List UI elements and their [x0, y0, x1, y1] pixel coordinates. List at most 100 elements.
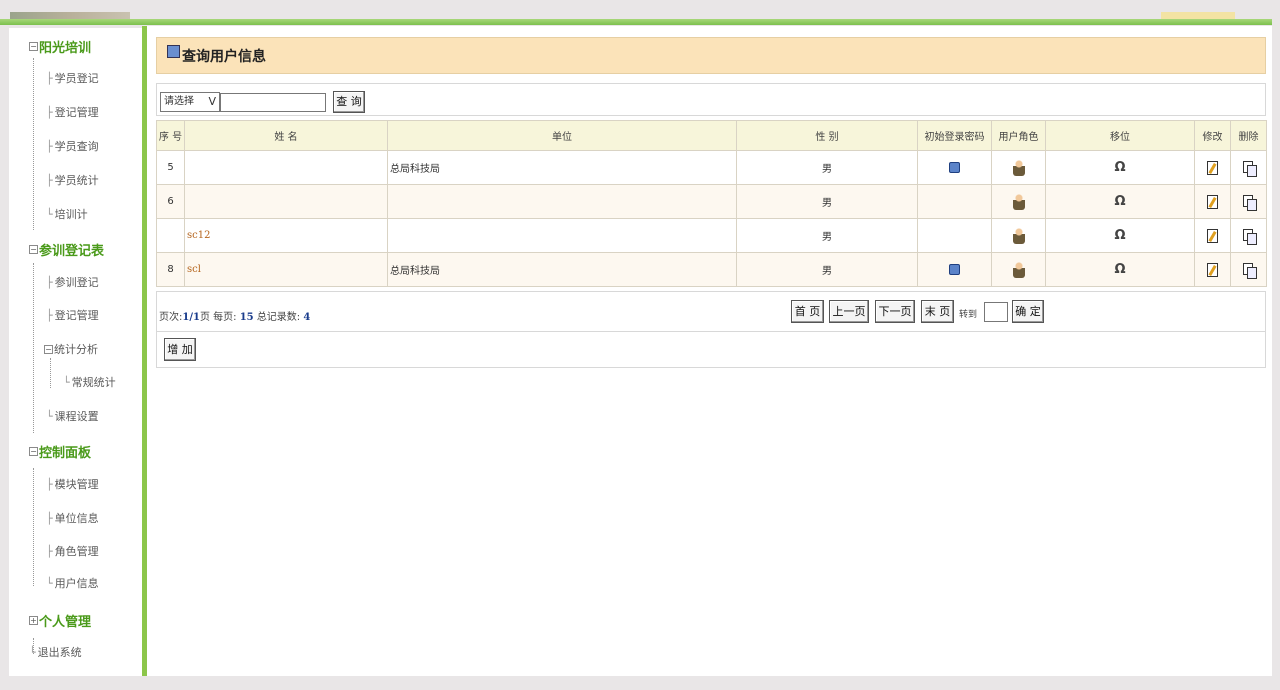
- edit-icon[interactable]: [1207, 228, 1218, 243]
- nav-item-student-register[interactable]: ├ 学员登记: [46, 70, 99, 86]
- first-page-button[interactable]: 首 页: [791, 300, 824, 323]
- user-name-link[interactable]: sc12: [187, 230, 210, 241]
- goto-confirm-button[interactable]: 确 定: [1012, 300, 1044, 323]
- edit-icon[interactable]: [1207, 160, 1218, 175]
- nav-item-training-register[interactable]: ├ 参训登记: [46, 274, 99, 290]
- cell-unit: [387, 218, 737, 253]
- move-icon[interactable]: Ω: [1114, 160, 1127, 175]
- password-icon[interactable]: [949, 161, 960, 173]
- nav-item-register-manage-2[interactable]: ├ 登记管理: [46, 307, 99, 323]
- delete-icon[interactable]: [1242, 194, 1257, 211]
- nav-item-course-settings[interactable]: └ 课程设置: [46, 408, 99, 424]
- cell-move: Ω: [1045, 150, 1195, 185]
- tree-branch-icon: └: [29, 645, 36, 659]
- pagination-info: 页次:1/1页 每页: 15 总记录数: 4: [159, 308, 310, 323]
- user-name-link[interactable]: scl: [187, 264, 201, 275]
- user-role-icon[interactable]: [1012, 159, 1025, 176]
- cell-delete: [1230, 252, 1267, 287]
- table-row: 5 总局科技局 男 Ω: [156, 150, 1267, 185]
- search-field-select[interactable]: 请选择 V: [160, 92, 220, 112]
- cell-name[interactable]: [184, 184, 388, 219]
- col-header-initial-password: 初始登录密码: [917, 120, 992, 151]
- user-role-icon[interactable]: [1012, 193, 1025, 210]
- password-icon[interactable]: [949, 263, 960, 275]
- move-icon[interactable]: Ω: [1114, 194, 1127, 209]
- nav-item-stats-analysis[interactable]: − 统计分析: [44, 341, 98, 357]
- collapse-icon[interactable]: −: [44, 344, 53, 354]
- nav-item-register-manage[interactable]: ├ 登记管理: [46, 104, 99, 120]
- prev-page-button[interactable]: 上一页: [829, 300, 869, 323]
- nav-item-label: 学员查询: [54, 140, 99, 153]
- nav-item-unit-info[interactable]: ├ 单位信息: [46, 510, 99, 526]
- search-window-icon: [167, 45, 180, 58]
- nav-item-label: 退出系统: [37, 646, 82, 659]
- edit-icon[interactable]: [1207, 194, 1218, 209]
- next-page-button[interactable]: 下一页: [875, 300, 915, 323]
- move-icon[interactable]: Ω: [1114, 262, 1127, 277]
- table-row: sc12 男 Ω: [156, 218, 1267, 253]
- tree-branch-icon: ├: [46, 139, 53, 153]
- nav-item-label: 学员统计: [54, 174, 99, 187]
- query-button[interactable]: 查 询: [333, 91, 365, 113]
- nav-item-user-info[interactable]: └ 用户信息: [46, 575, 99, 591]
- tree-line: [33, 263, 34, 433]
- add-user-button[interactable]: 增 加: [164, 338, 196, 361]
- edit-icon[interactable]: [1207, 262, 1218, 277]
- cell-delete: [1230, 184, 1267, 219]
- cell-gender: 男: [736, 150, 918, 185]
- move-icon[interactable]: Ω: [1114, 228, 1127, 243]
- cell-user-role: [991, 218, 1046, 253]
- tree-branch-icon: └: [46, 576, 53, 590]
- col-header-move: 移位: [1045, 120, 1195, 151]
- tree-branch-icon: └: [46, 207, 53, 221]
- nav-group-sunshine-training[interactable]: − 阳光培训: [29, 37, 91, 56]
- user-role-icon[interactable]: [1012, 227, 1025, 244]
- cell-name[interactable]: [184, 150, 388, 185]
- cell-initial-password: [917, 150, 992, 185]
- tree-branch-icon: └: [46, 409, 53, 423]
- cell-edit: [1194, 218, 1231, 253]
- expand-icon[interactable]: +: [29, 616, 38, 625]
- collapse-icon[interactable]: −: [29, 447, 38, 456]
- nav-item-module-manage[interactable]: ├ 模块管理: [46, 476, 99, 492]
- nav-item-logout[interactable]: └ 退出系统: [29, 644, 82, 660]
- total-label: 总记录数:: [256, 312, 301, 323]
- tree-branch-icon: ├: [46, 308, 53, 322]
- goto-page-input[interactable]: [984, 302, 1008, 322]
- delete-icon[interactable]: [1242, 228, 1257, 245]
- collapse-icon[interactable]: −: [29, 42, 38, 51]
- chevron-down-icon: V: [208, 95, 216, 108]
- page-value: 1/1: [182, 312, 200, 323]
- page-label: 页次:: [159, 312, 183, 323]
- search-input[interactable]: [220, 93, 326, 112]
- nav-item-training-plan[interactable]: └ 培训计: [46, 206, 88, 222]
- collapse-icon[interactable]: −: [29, 245, 38, 254]
- nav-item-regular-stats[interactable]: └ 常规统计: [63, 374, 116, 390]
- cell-edit: [1194, 184, 1231, 219]
- user-role-icon[interactable]: [1012, 261, 1025, 278]
- tree-branch-icon: ├: [46, 511, 53, 525]
- nav-item-role-manage[interactable]: ├ 角色管理: [46, 543, 99, 559]
- cell-delete: [1230, 218, 1267, 253]
- user-table: 序 号 姓 名 单位 性 别 初始登录密码 用户角色 移位 修改 删除 5 总局…: [156, 120, 1267, 287]
- cell-edit: [1194, 150, 1231, 185]
- nav-group-control-panel[interactable]: − 控制面板: [29, 442, 91, 461]
- nav-group-personal-manage[interactable]: + 个人管理: [29, 611, 91, 630]
- tree-line: [50, 358, 51, 388]
- cell-name[interactable]: scl: [184, 252, 388, 287]
- cell-move: Ω: [1045, 184, 1195, 219]
- nav-item-label: 登记管理: [54, 106, 99, 119]
- last-page-button[interactable]: 末 页: [921, 300, 954, 323]
- cell-name[interactable]: sc12: [184, 218, 388, 253]
- delete-icon[interactable]: [1242, 160, 1257, 177]
- nav-group-training-register[interactable]: − 参训登记表: [29, 240, 104, 259]
- tree-line: [33, 468, 34, 586]
- nav-item-student-query[interactable]: ├ 学员查询: [46, 138, 99, 154]
- nav-item-label: 模块管理: [54, 478, 99, 491]
- cell-initial-password: [917, 184, 992, 219]
- nav-item-student-stats[interactable]: ├ 学员统计: [46, 172, 99, 188]
- delete-icon[interactable]: [1242, 262, 1257, 279]
- col-header-unit: 单位: [387, 120, 737, 151]
- per-page-value: 15: [239, 312, 254, 323]
- add-bar: 增 加: [156, 332, 1266, 368]
